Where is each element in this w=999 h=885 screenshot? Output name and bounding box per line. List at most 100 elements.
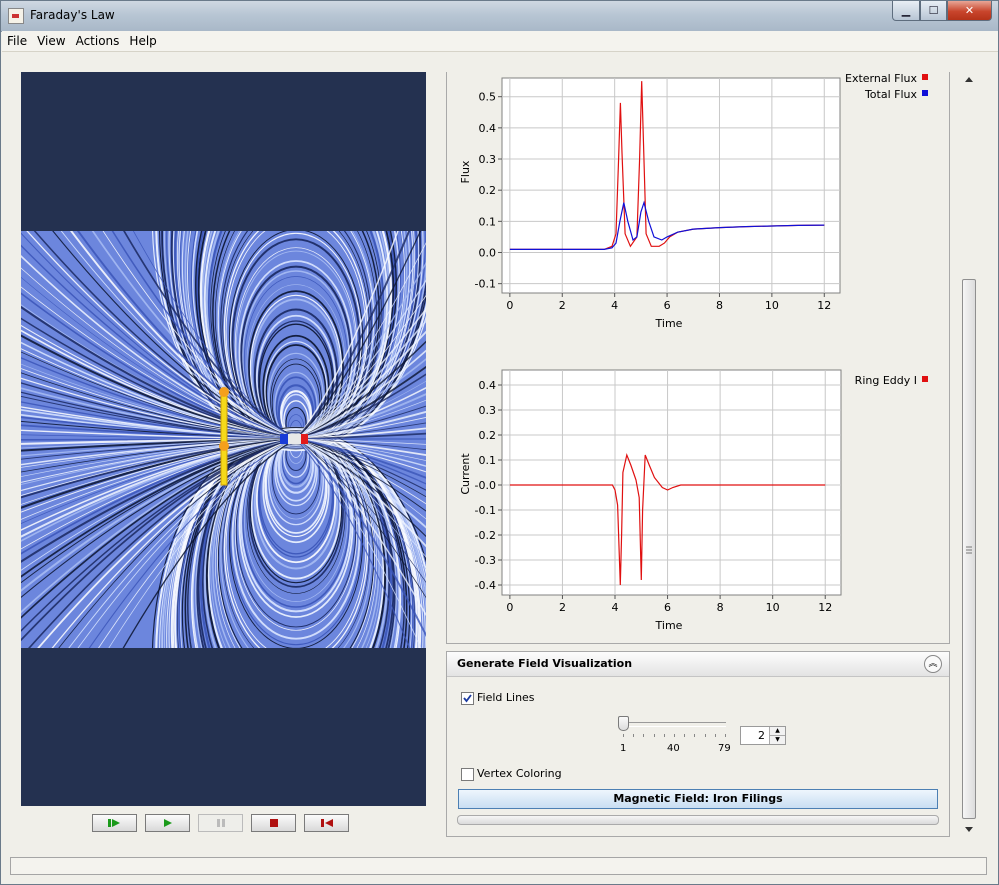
slider-tick (725, 734, 726, 737)
magnet-south-pole (280, 434, 288, 444)
slider-track[interactable] (622, 722, 726, 727)
magnetic-field-button[interactable]: Magnetic Field: Iron Filings (458, 789, 938, 809)
slider-tick (694, 734, 696, 737)
legend-ring-eddy-label: Ring Eddy I (855, 374, 917, 387)
y-tick-label: 0.1 (479, 215, 497, 228)
slider-tick (623, 734, 624, 737)
pause-button[interactable] (198, 814, 243, 832)
legend-ring-eddy-swatch (922, 376, 928, 382)
plot-area: 0 2 4 6 8 10 12 0.4 0.3 0.2 0.1 -0.0 -0.1 -0.2 -0.3 -0.… (475, 369, 842, 614)
legend-external-flux-swatch (922, 74, 928, 80)
slider-tick (714, 734, 716, 737)
play-button[interactable] (145, 814, 190, 832)
reset-icon (320, 819, 333, 827)
scroll-thumb[interactable] (962, 279, 976, 819)
spinner-value: 2 (758, 729, 765, 742)
minimize-button[interactable]: ▁ (892, 1, 920, 21)
plot-background (501, 77, 841, 294)
y-tick-label: -0.0 (475, 479, 496, 492)
current-ylabel: Current (459, 453, 472, 495)
x-tick-label: 2 (559, 601, 566, 614)
menu-view[interactable]: View (32, 31, 70, 51)
scroll-up-icon[interactable] (960, 72, 978, 88)
x-tick-label: 0 (506, 601, 513, 614)
step-forward-button[interactable] (92, 814, 137, 832)
y-tick-label: 0.0 (479, 246, 497, 259)
scroll-grip-icon (966, 546, 972, 554)
play-icon (163, 819, 172, 827)
vertex-coloring-checkbox[interactable] (461, 768, 474, 781)
flux-xlabel: Time (655, 317, 683, 330)
flux-legend: External Flux Total Flux (845, 72, 928, 101)
vertical-scrollbar[interactable] (960, 72, 978, 837)
spinner-input[interactable]: 2 ▲ ▼ (740, 726, 786, 745)
y-tick-label: -0.2 (475, 529, 496, 542)
panel-header[interactable]: Generate Field Visualization ︽ (447, 652, 949, 677)
legend-total-flux-label: Total Flux (864, 88, 918, 101)
generate-field-visualization-panel: Generate Field Visualization ︽ (446, 651, 950, 837)
maximize-button[interactable]: ☐ (920, 1, 947, 21)
scroll-down-icon[interactable] (960, 821, 978, 837)
minimize-icon: ▁ (901, 4, 911, 17)
y-tick-label: 0.4 (479, 379, 497, 392)
field-lines-checkbox[interactable] (461, 692, 474, 705)
menu-help[interactable]: Help (124, 31, 161, 51)
flux-ylabel: Flux (459, 160, 472, 183)
x-tick-label: 6 (664, 299, 671, 312)
x-tick-label: 0 (506, 299, 513, 312)
conducting-ring[interactable] (220, 388, 228, 486)
current-legend: Ring Eddy I (855, 374, 928, 387)
magnet-north-pole (301, 434, 308, 444)
y-tick-label: 0.2 (479, 184, 497, 197)
close-button[interactable]: ✕ (947, 1, 992, 21)
x-tick-label: 10 (766, 601, 780, 614)
stop-button[interactable] (251, 814, 296, 832)
flux-chart: Flux Time External Flux Total Flux 0 2 4 6 8… (459, 72, 928, 330)
y-tick-label: 0.3 (479, 404, 497, 417)
objects-overlay (219, 387, 308, 486)
spinner-up-icon[interactable]: ▲ (769, 727, 785, 736)
x-tick-label: 12 (818, 601, 832, 614)
y-tick-label: -0.1 (475, 278, 496, 291)
slider-tick (674, 734, 675, 737)
stop-icon (269, 819, 278, 827)
y-tick-label: 0.3 (479, 153, 497, 166)
x-tick-label: 6 (664, 601, 671, 614)
menu-actions[interactable]: Actions (71, 31, 125, 51)
y-tick-label: 0.2 (479, 429, 497, 442)
menu-file[interactable]: File (2, 31, 32, 51)
checkmark-icon (463, 694, 472, 703)
vertex-coloring-label: Vertex Coloring (477, 767, 562, 780)
progress-bar (457, 815, 939, 825)
x-tick-label: 10 (765, 299, 779, 312)
x-tick-label: 8 (716, 299, 723, 312)
spinner-down-icon[interactable]: ▼ (769, 736, 785, 744)
window-controls: ▁ ☐ ✕ (892, 1, 992, 21)
java-app-icon (8, 8, 24, 24)
y-tick-label: -0.3 (475, 554, 496, 567)
current-xlabel: Time (655, 619, 683, 632)
slider-tick (704, 734, 706, 737)
pause-icon (216, 819, 225, 827)
x-tick-label: 8 (717, 601, 724, 614)
slider-tick (653, 734, 655, 737)
title-bar: Faraday's Law ▁ ☐ ✕ (1, 1, 998, 32)
step-forward-icon (107, 819, 120, 827)
slider-label-max: 79 (718, 743, 731, 754)
maximize-icon: ☐ (928, 4, 939, 17)
magnet-body[interactable] (288, 434, 301, 444)
status-bar (10, 857, 987, 875)
close-icon: ✕ (964, 4, 975, 17)
y-tick-label: -0.1 (475, 504, 496, 517)
plot-area: 0 2 4 6 8 10 12 0.5 0.4 0.3 0.2 0.1 0.0 -0.1 (475, 77, 841, 312)
field-visualization-canvas[interactable] (21, 72, 426, 806)
slider-tick (684, 734, 686, 737)
panel-title: Generate Field Visualization (457, 657, 633, 670)
window-title: Faraday's Law (30, 8, 115, 22)
reset-button[interactable] (304, 814, 349, 832)
y-tick-label: 0.1 (479, 454, 497, 467)
slider-tick (643, 734, 645, 737)
legend-total-flux-swatch (922, 90, 928, 96)
collapse-icon[interactable]: ︽ (924, 655, 942, 673)
field-density-slider-thumb[interactable] (618, 716, 629, 731)
